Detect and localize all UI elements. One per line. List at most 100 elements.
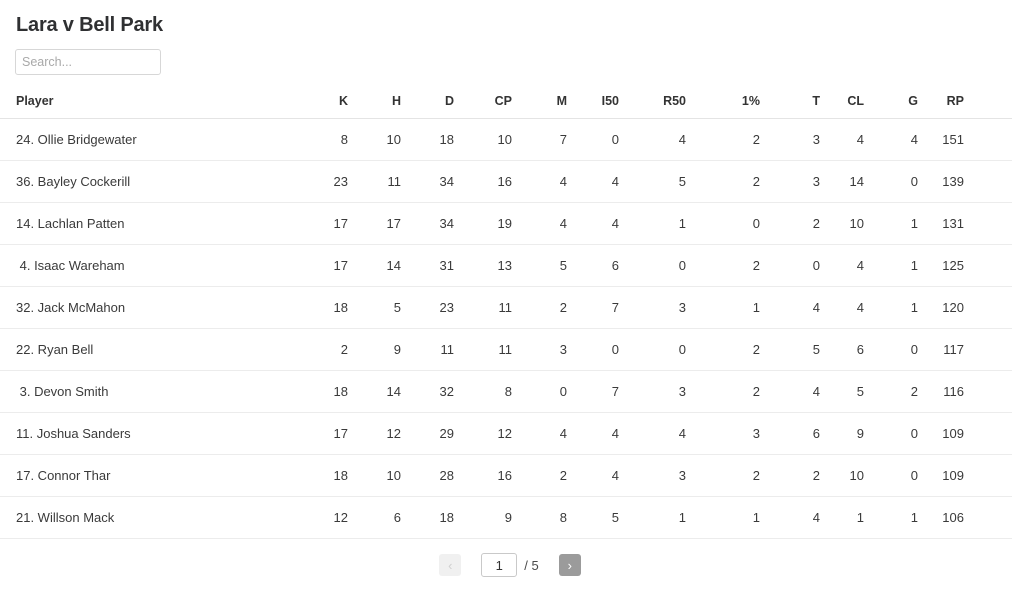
cell-cp: 9 bbox=[454, 496, 512, 539]
table-row[interactable]: 3. Devon Smith 18 14 32 8 0 7 3 2 4 5 2 116 bbox=[0, 370, 1012, 413]
cell-spacer bbox=[964, 118, 1012, 161]
cell-g: 2 bbox=[864, 370, 918, 413]
column-header-k[interactable]: K bbox=[300, 94, 348, 119]
column-header-onepct[interactable]: 1% bbox=[686, 94, 760, 119]
cell-onepct: 2 bbox=[686, 328, 760, 371]
cell-r50: 3 bbox=[619, 370, 686, 413]
column-header-cp[interactable]: CP bbox=[454, 94, 512, 119]
cell-player-name: 11. Joshua Sanders bbox=[0, 412, 300, 455]
cell-r50: 1 bbox=[619, 496, 686, 539]
cell-r50: 4 bbox=[619, 118, 686, 161]
column-header-r50[interactable]: R50 bbox=[619, 94, 686, 119]
cell-cl: 1 bbox=[820, 496, 864, 539]
table-row[interactable]: 24. Ollie Bridgewater 8 10 18 10 7 0 4 2 3 4 4 151 bbox=[0, 118, 1012, 161]
cell-m: 4 bbox=[512, 412, 567, 455]
cell-spacer bbox=[964, 286, 1012, 329]
cell-cl: 6 bbox=[820, 328, 864, 371]
cell-cl: 10 bbox=[820, 202, 864, 245]
page-title: Lara v Bell Park bbox=[16, 14, 163, 36]
cell-player-name: 32. Jack McMahon bbox=[0, 286, 300, 329]
cell-g: 4 bbox=[864, 118, 918, 161]
table-row[interactable]: 17. Connor Thar 18 10 28 16 2 4 3 2 2 10 0 109 bbox=[0, 454, 1012, 497]
cell-player-name: 3. Devon Smith bbox=[0, 370, 300, 413]
cell-onepct: 0 bbox=[686, 202, 760, 245]
cell-cp: 12 bbox=[454, 412, 512, 455]
cell-k: 8 bbox=[300, 118, 348, 161]
column-header-t[interactable]: T bbox=[760, 94, 820, 119]
cell-k: 18 bbox=[300, 370, 348, 413]
page-number-input[interactable] bbox=[481, 553, 518, 577]
cell-onepct: 1 bbox=[686, 286, 760, 329]
cell-g: 1 bbox=[864, 286, 918, 329]
cell-g: 1 bbox=[864, 244, 918, 287]
cell-rp: 106 bbox=[918, 496, 964, 539]
cell-cl: 4 bbox=[820, 286, 864, 329]
cell-h: 14 bbox=[348, 244, 401, 287]
cell-k: 17 bbox=[300, 244, 348, 287]
cell-i50: 4 bbox=[567, 160, 619, 203]
cell-rp: 139 bbox=[918, 160, 964, 203]
previous-page-button[interactable]: ‹ bbox=[439, 554, 462, 576]
cell-m: 8 bbox=[512, 496, 567, 539]
cell-rp: 125 bbox=[918, 244, 964, 287]
table-header: Player K H D CP M I50 R50 1% T CL G RP bbox=[0, 94, 1012, 119]
cell-d: 18 bbox=[401, 118, 454, 161]
cell-h: 17 bbox=[348, 202, 401, 245]
cell-onepct: 2 bbox=[686, 244, 760, 287]
cell-m: 0 bbox=[512, 370, 567, 413]
cell-t: 2 bbox=[760, 202, 820, 245]
table-row[interactable]: 21. Willson Mack 12 6 18 9 8 5 1 1 4 1 1 106 bbox=[0, 496, 1012, 539]
cell-cl: 10 bbox=[820, 454, 864, 497]
cell-r50: 5 bbox=[619, 160, 686, 203]
cell-onepct: 2 bbox=[686, 370, 760, 413]
next-page-button[interactable]: › bbox=[558, 554, 581, 576]
table-row[interactable]: 32. Jack McMahon 18 5 23 11 2 7 3 1 4 4 1 120 bbox=[0, 286, 1012, 329]
cell-spacer bbox=[964, 328, 1012, 371]
cell-t: 3 bbox=[760, 118, 820, 161]
cell-d: 23 bbox=[401, 286, 454, 329]
cell-cl: 4 bbox=[820, 244, 864, 287]
table-row[interactable]: 11. Joshua Sanders 17 12 29 12 4 4 4 3 6 9 0 109 bbox=[0, 412, 1012, 455]
column-header-i50[interactable]: I50 bbox=[567, 94, 619, 119]
cell-g: 0 bbox=[864, 454, 918, 497]
table-row[interactable]: 22. Ryan Bell 2 9 11 11 3 0 0 2 5 6 0 117 bbox=[0, 328, 1012, 371]
cell-onepct: 1 bbox=[686, 496, 760, 539]
cell-k: 18 bbox=[300, 454, 348, 497]
cell-player-name: 24. Ollie Bridgewater bbox=[0, 118, 300, 161]
cell-k: 17 bbox=[300, 412, 348, 455]
cell-player-name: 17. Connor Thar bbox=[0, 454, 300, 497]
cell-spacer bbox=[964, 244, 1012, 287]
cell-h: 6 bbox=[348, 496, 401, 539]
search-input[interactable] bbox=[15, 49, 161, 75]
column-header-player[interactable]: Player bbox=[0, 94, 300, 119]
cell-k: 17 bbox=[300, 202, 348, 245]
column-header-d[interactable]: D bbox=[401, 94, 454, 119]
search-row bbox=[0, 37, 1020, 75]
cell-spacer bbox=[964, 370, 1012, 413]
cell-h: 14 bbox=[348, 370, 401, 413]
cell-i50: 0 bbox=[567, 118, 619, 161]
column-header-cl[interactable]: CL bbox=[820, 94, 864, 119]
table-row[interactable]: 4. Isaac Wareham 17 14 31 13 5 6 0 2 0 4 1 125 bbox=[0, 244, 1012, 287]
cell-m: 2 bbox=[512, 454, 567, 497]
table-row[interactable]: 14. Lachlan Patten 17 17 34 19 4 4 1 0 2 10 1 131 bbox=[0, 202, 1012, 245]
cell-player-name: 14. Lachlan Patten bbox=[0, 202, 300, 245]
cell-t: 4 bbox=[760, 286, 820, 329]
column-header-rp[interactable]: RP bbox=[918, 94, 964, 119]
cell-r50: 3 bbox=[619, 286, 686, 329]
cell-cl: 9 bbox=[820, 412, 864, 455]
cell-i50: 5 bbox=[567, 496, 619, 539]
column-header-g[interactable]: G bbox=[864, 94, 918, 119]
cell-m: 7 bbox=[512, 118, 567, 161]
table-row[interactable]: 36. Bayley Cockerill 23 11 34 16 4 4 5 2 3 14 0 139 bbox=[0, 160, 1012, 203]
cell-g: 0 bbox=[864, 412, 918, 455]
cell-cl: 14 bbox=[820, 160, 864, 203]
cell-cp: 10 bbox=[454, 118, 512, 161]
cell-rp: 109 bbox=[918, 454, 964, 497]
column-header-m[interactable]: M bbox=[512, 94, 567, 119]
cell-h: 10 bbox=[348, 118, 401, 161]
cell-i50: 4 bbox=[567, 202, 619, 245]
column-header-h[interactable]: H bbox=[348, 94, 401, 119]
cell-t: 4 bbox=[760, 370, 820, 413]
cell-m: 5 bbox=[512, 244, 567, 287]
